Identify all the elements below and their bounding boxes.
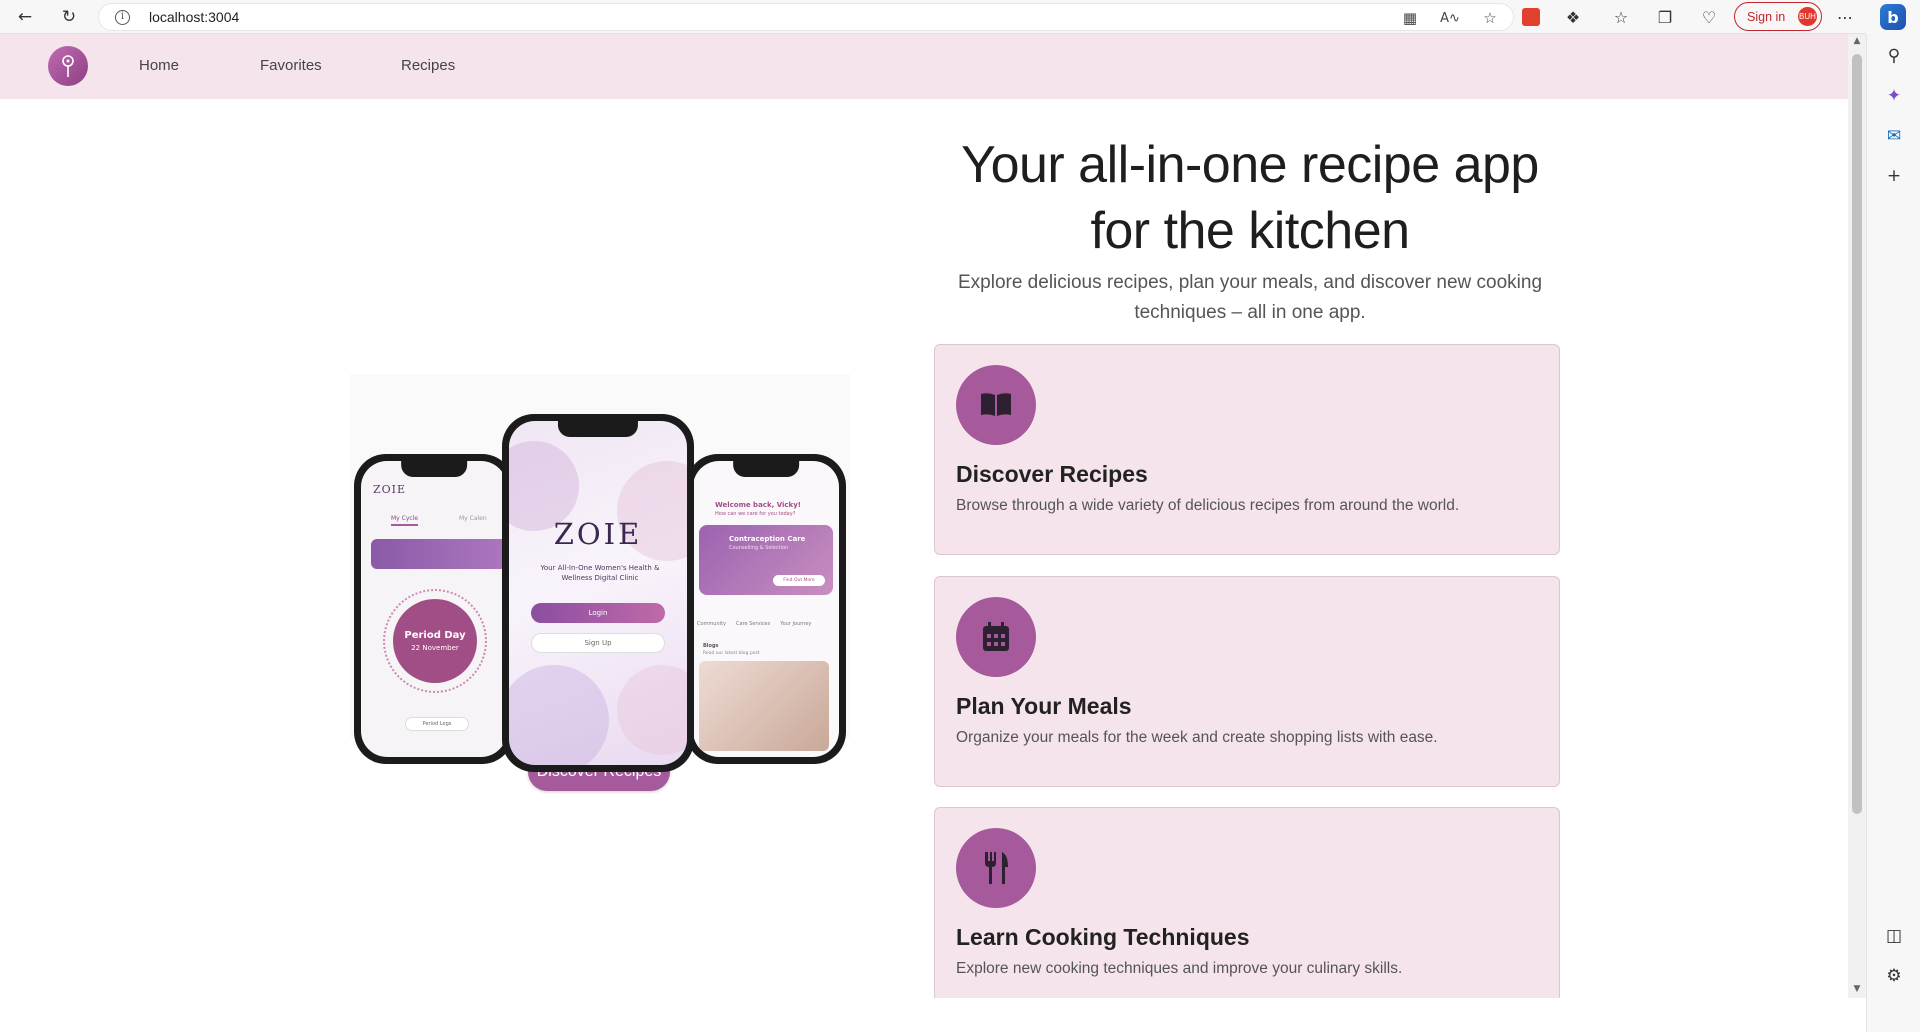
book-open-icon	[956, 365, 1036, 445]
left-brand: ZOIE	[373, 483, 407, 496]
scroll-thumb[interactable]	[1852, 54, 1862, 814]
feature-title: Learn Cooking Techniques	[956, 924, 1250, 950]
profile-badge: BUH	[1798, 7, 1817, 26]
window-bottom	[0, 998, 1866, 1032]
app-logo[interactable]	[48, 46, 88, 86]
hero-title: Your all-in-one recipe app for the kitch…	[961, 136, 1539, 260]
favorite-star-icon[interactable]: ☆	[1479, 7, 1501, 29]
center-brand: ZOIE	[553, 517, 643, 551]
favorites-icon[interactable]: ☆	[1610, 6, 1632, 28]
utensils-icon	[956, 828, 1036, 908]
center-tagline: Your All-In-One Women's Health & Wellnes…	[540, 564, 660, 582]
scroll-up-icon[interactable]: ▲	[1851, 36, 1863, 48]
calendar-icon	[956, 597, 1036, 677]
read-aloud-icon[interactable]: A∿	[1439, 7, 1461, 29]
phone-center: ZOIE Your All-In-One Women's Health & We…	[502, 414, 694, 772]
back-icon[interactable]: ←	[14, 6, 36, 28]
navbar: Home Favorites Recipes	[0, 34, 1848, 99]
find-out-more-button: Find Out More	[773, 575, 825, 586]
feature-card-learn[interactable]: Learn Cooking Techniques Explore new coo…	[934, 807, 1560, 998]
extension-icon[interactable]	[1520, 6, 1542, 28]
center-signup: Sign Up	[531, 633, 665, 653]
center-login: Login	[531, 603, 665, 623]
blogs-label: Blogs	[703, 643, 719, 649]
address-bar[interactable]: i localhost:3004 ▦ A∿ ☆	[98, 3, 1514, 31]
left-tab-2: My Calen	[459, 515, 487, 522]
feature-text: Browse through a wide variety of delicio…	[956, 497, 1460, 514]
feature-title: Plan Your Meals	[956, 693, 1132, 719]
sign-in-label: Sign in	[1747, 9, 1786, 24]
phone-right: Welcome back, Vicky! How can we care for…	[686, 454, 846, 764]
edge-sidebar: ⚲ ✦ ✉ + ◫ ⚙	[1866, 34, 1920, 1032]
add-icon[interactable]: +	[1881, 163, 1907, 189]
url-text[interactable]: localhost:3004	[149, 9, 239, 25]
care-question: How can we care for you today?	[715, 511, 796, 517]
contraception-sub: Counselling & Selection	[729, 545, 789, 551]
sign-in-button[interactable]: Sign in BUH	[1734, 2, 1822, 31]
feature-text: Organize your meals for the week and cre…	[956, 729, 1438, 746]
bing-copilot-icon[interactable]: b	[1880, 4, 1906, 30]
hero-subtitle: Explore delicious recipes, plan your mea…	[957, 272, 1543, 323]
search-icon[interactable]: ⚲	[1881, 43, 1907, 69]
edge-sidebar-header: b	[1866, 0, 1920, 34]
more-menu-icon[interactable]: ⋯	[1834, 6, 1856, 28]
page-viewport: Home Favorites Recipes Your all-in-one r…	[0, 34, 1848, 998]
community-tab: Community	[697, 621, 726, 627]
period-logs-button: Period Logs	[405, 717, 469, 731]
page-scrollbar[interactable]: ▲ ▼	[1848, 34, 1866, 998]
browser-essentials-icon[interactable]: ♡	[1698, 6, 1720, 28]
outlook-icon[interactable]: ✉	[1881, 123, 1907, 149]
journey-tab: Your Journey	[780, 621, 812, 627]
feature-card-discover[interactable]: Discover Recipes Browse through a wide v…	[934, 344, 1560, 555]
feature-card-plan[interactable]: Plan Your Meals Organize your meals for …	[934, 576, 1560, 787]
phone-mockup-image: ZOIE My Cycle My Calen Period Day 22 Nov…	[350, 374, 850, 772]
nav-favorites[interactable]: Favorites	[260, 57, 322, 74]
contraception-title: Contraception Care	[729, 535, 806, 543]
nav-recipes[interactable]: Recipes	[401, 57, 455, 74]
extensions-puzzle-icon[interactable]: ❖	[1562, 6, 1584, 28]
copilot-icon[interactable]: ✦	[1881, 83, 1907, 109]
app-available-icon[interactable]: ▦	[1399, 7, 1421, 29]
feature-text: Explore new cooking techniques and impro…	[956, 960, 1403, 977]
refresh-icon[interactable]: ↻	[58, 6, 80, 28]
period-title: Period Day	[404, 630, 466, 641]
welcome-text: Welcome back, Vicky!	[715, 501, 801, 509]
period-date: 22 November	[411, 644, 459, 652]
collections-icon[interactable]: ❐	[1654, 6, 1676, 28]
feature-title: Discover Recipes	[956, 461, 1148, 487]
blogs-sub: Read our latest blog post	[703, 651, 760, 656]
settings-gear-icon[interactable]: ⚙	[1881, 963, 1907, 989]
browser-toolbar: ← ↻ i localhost:3004 ▦ A∿ ☆ ❖ ☆ ❐ ♡ Sign…	[0, 0, 1920, 34]
phone-left: ZOIE My Cycle My Calen Period Day 22 Nov…	[354, 454, 514, 764]
nav-home[interactable]: Home	[139, 57, 179, 74]
info-icon[interactable]: i	[115, 10, 130, 25]
left-tab: My Cycle	[391, 515, 419, 526]
care-services-tab: Care Services	[735, 621, 771, 627]
scroll-down-icon[interactable]: ▼	[1851, 984, 1863, 996]
sidebar-toggle-icon[interactable]: ◫	[1881, 923, 1907, 949]
